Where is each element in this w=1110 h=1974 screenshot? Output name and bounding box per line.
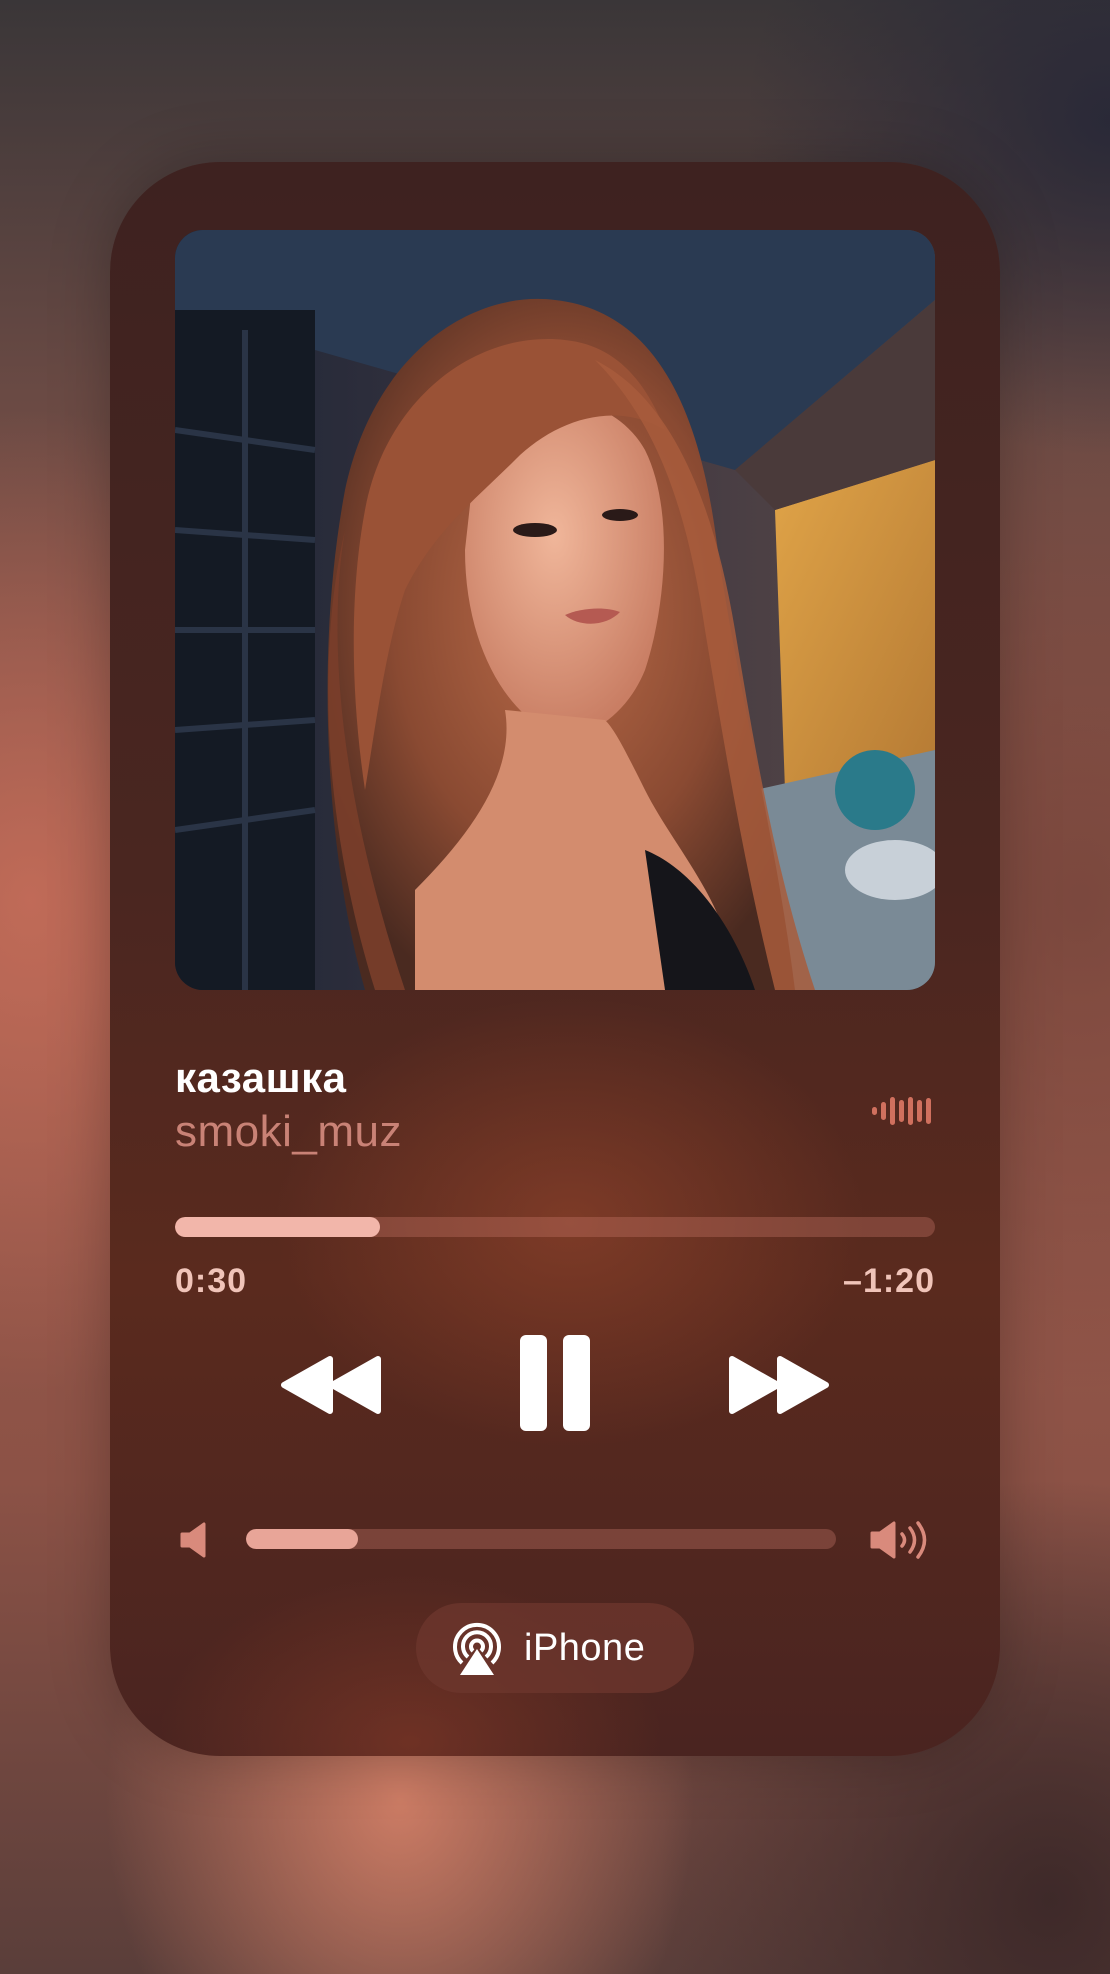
- volume-high-icon: [870, 1520, 934, 1565]
- track-title: казашка: [175, 1054, 347, 1101]
- remaining-time: –1:20: [843, 1262, 935, 1300]
- rewind-button[interactable]: [280, 1355, 384, 1415]
- artist-name[interactable]: smoki_muz: [175, 1107, 402, 1157]
- now-playing-card: казашка smoki_muz 0:30 –1:20 iPhone: [110, 162, 1000, 1756]
- pause-icon: [520, 1335, 590, 1431]
- volume-level-fill: [246, 1529, 359, 1549]
- volume-low-icon: [180, 1522, 208, 1563]
- waveform-icon: [872, 1094, 936, 1128]
- rewind-icon: [281, 1356, 381, 1414]
- fast-forward-button[interactable]: [726, 1355, 830, 1415]
- output-device-label: iPhone: [524, 1626, 646, 1669]
- airplay-icon: [453, 1622, 501, 1675]
- elapsed-time: 0:30: [175, 1262, 248, 1300]
- pause-button[interactable]: [520, 1335, 590, 1431]
- playback-progress-fill: [175, 1217, 381, 1237]
- airplay-output-button[interactable]: iPhone: [416, 1603, 694, 1693]
- album-artwork: [175, 230, 935, 990]
- fast-forward-icon: [729, 1356, 829, 1414]
- playback-scrubber[interactable]: [175, 1217, 935, 1237]
- volume-slider[interactable]: [246, 1529, 836, 1549]
